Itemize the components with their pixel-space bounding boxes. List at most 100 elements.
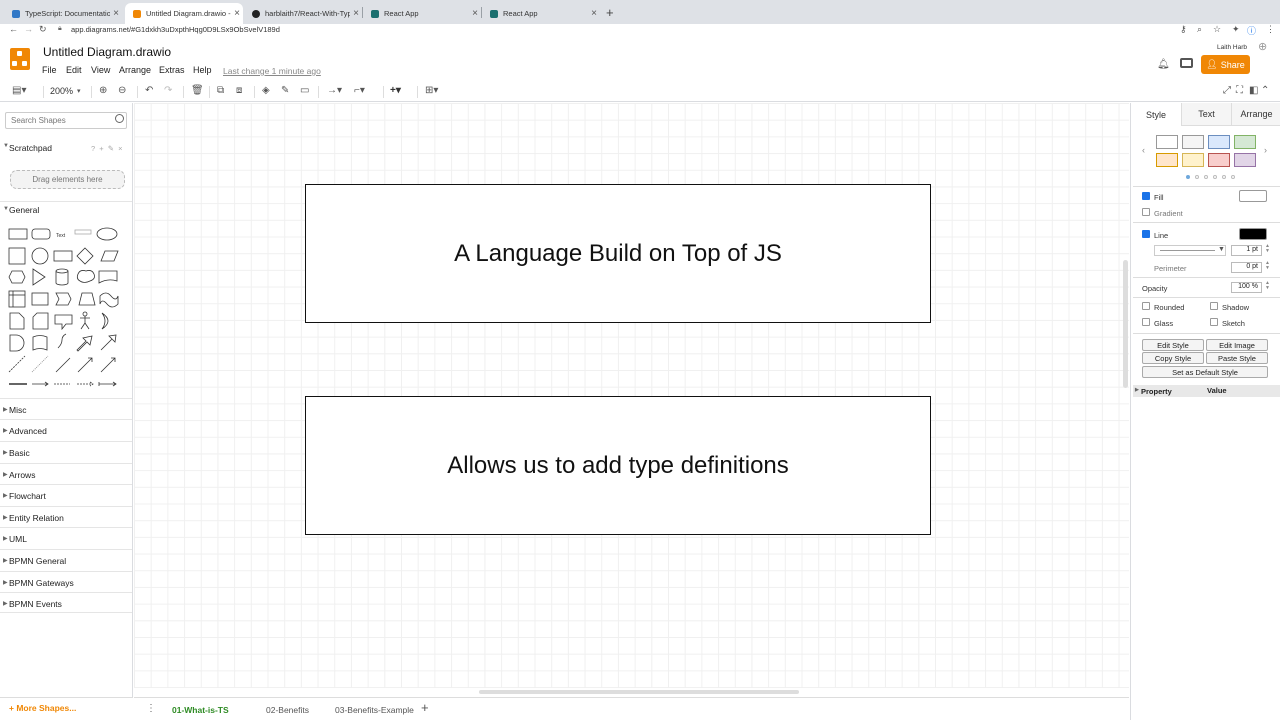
rounded-checkbox[interactable]: [1142, 302, 1150, 310]
glass-checkbox[interactable]: [1142, 318, 1150, 326]
more-shapes-button[interactable]: + More Shapes...: [0, 697, 133, 720]
close-tab-icon[interactable]: ×: [110, 8, 122, 19]
redo-icon[interactable]: ↷: [164, 85, 172, 96]
connection-icon[interactable]: →▾: [327, 85, 342, 96]
undo-icon[interactable]: ↶: [145, 85, 153, 96]
fill-color-button[interactable]: [1239, 190, 1267, 202]
menu-extras[interactable]: Extras: [159, 65, 185, 75]
category-advanced[interactable]: ▶ Advanced: [0, 419, 132, 440]
category-uml[interactable]: ▶ UML: [0, 527, 132, 548]
collapse-icon[interactable]: ⤢: [1223, 85, 1231, 96]
general-palette-header[interactable]: ▼ General: [0, 201, 132, 215]
close-tab-icon[interactable]: ×: [469, 8, 481, 19]
fill-checkbox[interactable]: [1142, 192, 1150, 200]
page-tab-benefits[interactable]: 02-Benefits: [266, 705, 309, 715]
notification-bell-icon[interactable]: 🔔︎: [1157, 59, 1170, 70]
category-misc[interactable]: ▶ Misc: [0, 398, 132, 419]
page-tab-benefits-example[interactable]: 03-Benefits-Example: [335, 705, 414, 715]
url-field[interactable]: app.diagrams.net/#G1dxkh3uDxpthHqg0D9LSx…: [71, 25, 280, 34]
color-swatch-yellow[interactable]: [1182, 153, 1204, 167]
set-default-style-button[interactable]: Set as Default Style: [1142, 366, 1268, 378]
page-dot[interactable]: [1204, 175, 1208, 179]
menu-arrange[interactable]: Arrange: [119, 65, 151, 75]
page-dot[interactable]: [1222, 175, 1226, 179]
share-button[interactable]: 👤︎ Share: [1201, 55, 1250, 74]
scratchpad-drop-zone[interactable]: Drag elements here: [10, 170, 125, 189]
lock-icon[interactable]: 🔒︎: [58, 25, 62, 33]
color-swatch-gray[interactable]: [1182, 135, 1204, 149]
forward-icon[interactable]: →: [24, 24, 33, 34]
page-tab-what-is-ts[interactable]: 01-What-is-TS: [172, 705, 229, 715]
language-globe-icon[interactable]: ⊕: [1258, 40, 1267, 53]
line-checkbox[interactable]: [1142, 230, 1150, 238]
diagram-box-text[interactable]: Allows us to add type definitions: [447, 452, 789, 480]
waypoints-icon[interactable]: ⌐▾: [354, 85, 365, 96]
zoom-dropdown[interactable]: 200%: [50, 86, 73, 96]
menu-edit[interactable]: Edit: [66, 65, 82, 75]
copy-style-button[interactable]: Copy Style: [1142, 352, 1204, 364]
search-icon[interactable]: [115, 114, 124, 123]
drawio-logo-icon[interactable]: [10, 48, 30, 70]
close-tab-icon[interactable]: ×: [588, 8, 600, 19]
reload-icon[interactable]: ↻: [39, 24, 47, 35]
user-name[interactable]: Laith Harb: [1217, 44, 1247, 51]
table-icon[interactable]: ⊞▾: [425, 85, 438, 96]
line-width-input[interactable]: 1 pt: [1231, 245, 1262, 256]
color-swatch-purple[interactable]: [1234, 153, 1256, 167]
collapse-up-icon[interactable]: ⌃: [1261, 85, 1269, 96]
vertical-scrollbar[interactable]: [1123, 260, 1128, 388]
format-panel-toggle-icon[interactable]: ▤▾: [12, 85, 26, 96]
perimeter-input[interactable]: 0 pt: [1231, 262, 1262, 273]
scratchpad-tools[interactable]: ? + ✎ ×: [91, 144, 123, 153]
pages-menu-icon[interactable]: ⋮: [146, 703, 156, 714]
general-shapes-palette[interactable]: Text: [6, 226, 126, 388]
delete-icon[interactable]: 🗑︎: [191, 85, 204, 96]
diagram-box-text[interactable]: A Language Build on Top of JS: [454, 240, 782, 268]
key-icon[interactable]: ⚷: [1180, 24, 1187, 35]
sketch-checkbox[interactable]: [1210, 318, 1218, 326]
tab-style[interactable]: Style: [1131, 103, 1181, 126]
chevron-down-icon[interactable]: ▼: [1218, 246, 1225, 253]
opacity-input[interactable]: 100 %: [1231, 282, 1262, 293]
document-title[interactable]: Untitled Diagram.drawio: [43, 45, 171, 59]
spinner-icon[interactable]: ▲ ▼: [1265, 261, 1270, 271]
zoom-out-icon[interactable]: ⊖: [118, 85, 126, 96]
fill-color-icon[interactable]: ◈: [262, 85, 270, 96]
browser-tab[interactable]: TypeScript: Documentation - R ×: [4, 3, 122, 24]
shadow-checkbox[interactable]: [1210, 302, 1218, 310]
browser-tab[interactable]: React App ×: [363, 3, 481, 24]
profile-icon[interactable]: ⓘ: [1247, 24, 1256, 37]
chrome-menu-icon[interactable]: ⋮: [1266, 24, 1275, 35]
spinner-icon[interactable]: ▲ ▼: [1265, 244, 1270, 254]
edit-style-button[interactable]: Edit Style: [1142, 339, 1204, 351]
diagram-canvas[interactable]: A Language Build on Top of JS Allows us …: [134, 103, 1129, 688]
browser-tab[interactable]: React App ×: [482, 3, 600, 24]
menu-help[interactable]: Help: [193, 65, 212, 75]
edit-image-button[interactable]: Edit Image: [1206, 339, 1268, 351]
fullscreen-icon[interactable]: ⛶: [1236, 85, 1243, 96]
category-bpmn-general[interactable]: ▶ BPMN General: [0, 549, 132, 570]
zoom-icon[interactable]: ⌕: [1197, 24, 1202, 35]
menu-view[interactable]: View: [91, 65, 110, 75]
category-basic[interactable]: ▶ Basic: [0, 441, 132, 462]
new-tab-icon[interactable]: +: [606, 5, 614, 20]
to-back-icon[interactable]: ⧈: [236, 85, 242, 96]
spinner-icon[interactable]: ▲ ▼: [1265, 281, 1270, 291]
search-shapes-input[interactable]: Search Shapes: [5, 112, 127, 129]
line-pattern-select[interactable]: [1154, 245, 1226, 256]
property-table-header[interactable]: ▶ Property Value: [1133, 385, 1280, 397]
page-dot[interactable]: [1231, 175, 1235, 179]
menu-file[interactable]: File: [42, 65, 57, 75]
zoom-in-icon[interactable]: ⊕: [99, 85, 107, 96]
tab-arrange[interactable]: Arrange: [1231, 103, 1280, 126]
extension-icon[interactable]: ✦: [1232, 24, 1240, 35]
color-swatch-white[interactable]: [1156, 135, 1178, 149]
browser-tab[interactable]: harblaith7/React-With-TypeSc ×: [244, 3, 362, 24]
page-dot-active[interactable]: [1186, 175, 1190, 179]
last-change-link[interactable]: Last change 1 minute ago: [223, 66, 321, 76]
line-color-icon[interactable]: ✎: [281, 85, 289, 96]
chevron-down-icon[interactable]: ▾: [77, 87, 81, 95]
gradient-checkbox[interactable]: [1142, 208, 1150, 216]
diagram-box-2[interactable]: Allows us to add type definitions: [305, 396, 931, 535]
close-tab-icon[interactable]: ×: [231, 8, 243, 19]
